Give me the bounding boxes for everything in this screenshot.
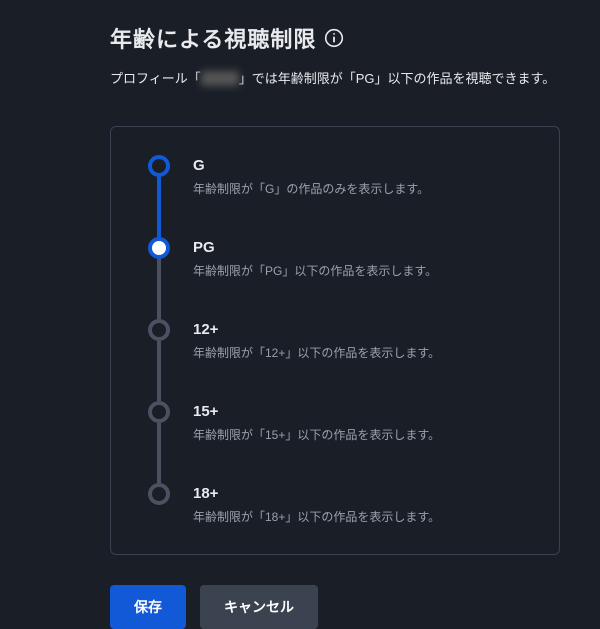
connector-accent	[157, 177, 161, 237]
profile-name-masked	[201, 71, 239, 86]
rating-body: PG 年齢制限が「PG」以下の作品を表示します。	[193, 237, 539, 280]
radio-dot	[148, 483, 170, 505]
rating-label: 18+	[193, 483, 539, 504]
radio-dot	[148, 319, 170, 341]
connector	[157, 259, 161, 319]
rating-desc: 年齢制限が「PG」以下の作品を表示します。	[193, 262, 539, 280]
rating-desc: 年齢制限が「18+」以下の作品を表示します。	[193, 508, 539, 526]
radio-dot-selected	[148, 237, 170, 259]
rating-body: 12+ 年齢制限が「12+」以下の作品を表示します。	[193, 319, 539, 362]
rating-bullet	[147, 155, 171, 177]
rating-body: G 年齢制限が「G」の作品のみを表示します。	[193, 155, 539, 198]
rating-label: PG	[193, 237, 539, 258]
subtitle-suffix: 」では年齢制限が「PG」以下の作品を視聴できます。	[239, 71, 555, 86]
page-title: 年齢による視聴制限	[110, 22, 316, 54]
rating-desc: 年齢制限が「12+」以下の作品を表示します。	[193, 344, 539, 362]
rating-option-15plus[interactable]: 15+ 年齢制限が「15+」以下の作品を表示します。	[147, 401, 539, 483]
rating-option-pg[interactable]: PG 年齢制限が「PG」以下の作品を表示します。	[147, 237, 539, 319]
rating-desc: 年齢制限が「G」の作品のみを表示します。	[193, 180, 539, 198]
rating-bullet	[147, 319, 171, 341]
rating-body: 18+ 年齢制限が「18+」以下の作品を表示します。	[193, 483, 539, 526]
actions-row: 保存 キャンセル	[110, 585, 560, 629]
connector	[157, 423, 161, 483]
info-icon[interactable]	[324, 28, 344, 48]
subtitle-prefix: プロフィール「	[110, 71, 201, 86]
radio-dot	[148, 401, 170, 423]
radio-dot-included	[148, 155, 170, 177]
rating-bullet	[147, 483, 171, 505]
rating-option-18plus[interactable]: 18+ 年齢制限が「18+」以下の作品を表示します。	[147, 483, 539, 526]
rating-bullet	[147, 401, 171, 423]
connector	[157, 341, 161, 401]
title-row: 年齢による視聴制限	[110, 22, 560, 54]
rating-label: 15+	[193, 401, 539, 422]
rating-body: 15+ 年齢制限が「15+」以下の作品を表示します。	[193, 401, 539, 444]
rating-option-12plus[interactable]: 12+ 年齢制限が「12+」以下の作品を表示します。	[147, 319, 539, 401]
cancel-button[interactable]: キャンセル	[200, 585, 318, 629]
rating-label: 12+	[193, 319, 539, 340]
rating-option-g[interactable]: G 年齢制限が「G」の作品のみを表示します。	[147, 155, 539, 237]
rating-bullet	[147, 237, 171, 259]
rating-desc: 年齢制限が「15+」以下の作品を表示します。	[193, 426, 539, 444]
ratings-panel: G 年齢制限が「G」の作品のみを表示します。 PG 年齢制限が「PG」以下の作品…	[110, 126, 560, 555]
rating-label: G	[193, 155, 539, 176]
save-button[interactable]: 保存	[110, 585, 186, 629]
subtitle: プロフィール「 」では年齢制限が「PG」以下の作品を視聴できます。	[110, 68, 560, 90]
